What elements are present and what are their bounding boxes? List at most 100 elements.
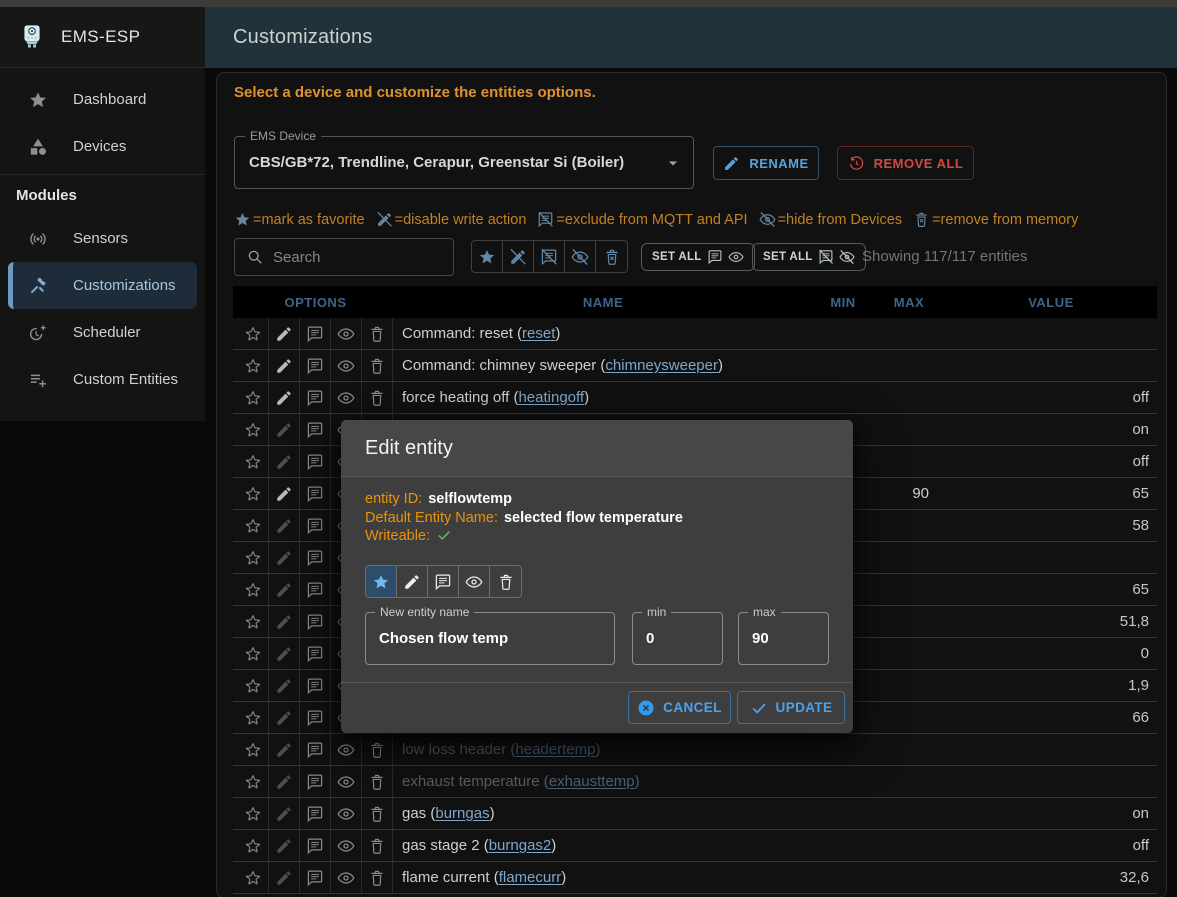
delete-trash-icon[interactable] [362, 350, 393, 381]
entity-id-link[interactable]: exhausttemp [549, 773, 635, 790]
favorite-star-icon[interactable] [238, 574, 269, 605]
sidebar-item-customizations[interactable]: Customizations [8, 262, 197, 309]
filter-exclude-mqtt-button[interactable] [534, 241, 565, 272]
delete-trash-icon[interactable] [362, 766, 393, 797]
visibility-eye-icon[interactable] [331, 798, 362, 829]
mqtt-comment-icon[interactable] [300, 766, 331, 797]
sidebar-item-sensors[interactable]: Sensors [0, 215, 205, 262]
favorite-star-icon[interactable] [238, 670, 269, 701]
favorite-star-icon[interactable] [238, 830, 269, 861]
mqtt-comment-icon[interactable] [300, 638, 331, 669]
mqtt-comment-icon[interactable] [300, 606, 331, 637]
sidebar-item-dashboard[interactable]: Dashboard [0, 76, 205, 123]
edit-pencil-icon[interactable] [269, 606, 300, 637]
favorite-star-icon[interactable] [238, 446, 269, 477]
favorite-star-icon[interactable] [238, 318, 269, 349]
remove-memory-toggle-button[interactable] [490, 566, 521, 597]
sidebar-item-custom-entities[interactable]: Custom Entities [0, 356, 205, 403]
set-all-hidden-button[interactable]: SET ALL [752, 243, 866, 271]
update-button[interactable]: UPDATE [737, 691, 845, 724]
hide-devices-toggle-button[interactable] [459, 566, 490, 597]
favorite-star-icon[interactable] [238, 510, 269, 541]
favorite-star-icon[interactable] [238, 734, 269, 765]
search-input[interactable] [273, 249, 438, 266]
favorite-star-icon[interactable] [238, 702, 269, 733]
filter-favorite-button[interactable] [472, 241, 503, 272]
mqtt-comment-icon[interactable] [300, 446, 331, 477]
mqtt-comment-icon[interactable] [300, 510, 331, 541]
mqtt-comment-icon[interactable] [300, 350, 331, 381]
remove-all-button[interactable]: REMOVE ALL [837, 146, 974, 180]
visibility-eye-icon[interactable] [331, 766, 362, 797]
edit-pencil-icon[interactable] [269, 542, 300, 573]
mqtt-comment-icon[interactable] [300, 318, 331, 349]
edit-pencil-icon[interactable] [269, 446, 300, 477]
mqtt-comment-icon[interactable] [300, 798, 331, 829]
edit-pencil-icon[interactable] [269, 798, 300, 829]
sidebar-item-scheduler[interactable]: Scheduler [0, 309, 205, 356]
edit-pencil-icon[interactable] [269, 318, 300, 349]
edit-pencil-icon[interactable] [269, 382, 300, 413]
mqtt-comment-icon[interactable] [300, 862, 331, 893]
entity-id-link[interactable]: flamecurr [499, 869, 562, 886]
delete-trash-icon[interactable] [362, 798, 393, 829]
favorite-toggle-button[interactable] [366, 566, 397, 597]
favorite-star-icon[interactable] [238, 766, 269, 797]
edit-pencil-icon[interactable] [269, 638, 300, 669]
entity-id-link[interactable]: chimneysweeper [605, 357, 718, 374]
visibility-eye-icon[interactable] [331, 830, 362, 861]
visibility-eye-icon[interactable] [331, 318, 362, 349]
delete-trash-icon[interactable] [362, 734, 393, 765]
search-field[interactable] [234, 238, 454, 276]
delete-trash-icon[interactable] [362, 318, 393, 349]
entity-id-link[interactable]: burngas2 [489, 837, 552, 854]
edit-pencil-icon[interactable] [269, 766, 300, 797]
favorite-star-icon[interactable] [238, 862, 269, 893]
favorite-star-icon[interactable] [238, 542, 269, 573]
new-entity-name-field[interactable]: New entity name Chosen flow temp [365, 612, 615, 665]
favorite-star-icon[interactable] [238, 638, 269, 669]
mqtt-comment-icon[interactable] [300, 574, 331, 605]
favorite-star-icon[interactable] [238, 414, 269, 445]
min-field[interactable]: min 0 [632, 612, 723, 665]
sidebar-item-devices[interactable]: Devices [0, 123, 205, 170]
favorite-star-icon[interactable] [238, 798, 269, 829]
mqtt-comment-icon[interactable] [300, 478, 331, 509]
edit-pencil-icon[interactable] [269, 702, 300, 733]
mqtt-comment-icon[interactable] [300, 414, 331, 445]
filter-disable-write-button[interactable] [503, 241, 534, 272]
mqtt-comment-icon[interactable] [300, 734, 331, 765]
edit-pencil-icon[interactable] [269, 510, 300, 541]
set-all-visible-button[interactable]: SET ALL [641, 243, 755, 271]
delete-trash-icon[interactable] [362, 830, 393, 861]
entity-id-link[interactable]: headertemp [515, 741, 595, 758]
favorite-star-icon[interactable] [238, 350, 269, 381]
favorite-star-icon[interactable] [238, 478, 269, 509]
edit-pencil-icon[interactable] [269, 478, 300, 509]
disable-write-toggle-button[interactable] [397, 566, 428, 597]
edit-pencil-icon[interactable] [269, 862, 300, 893]
edit-pencil-icon[interactable] [269, 574, 300, 605]
filter-hide-devices-button[interactable] [565, 241, 596, 272]
max-field[interactable]: max 90 [738, 612, 829, 665]
entity-id-link[interactable]: heatingoff [518, 389, 584, 406]
edit-pencil-icon[interactable] [269, 414, 300, 445]
visibility-eye-icon[interactable] [331, 350, 362, 381]
filter-remove-memory-button[interactable] [596, 241, 627, 272]
delete-trash-icon[interactable] [362, 382, 393, 413]
visibility-eye-icon[interactable] [331, 382, 362, 413]
favorite-star-icon[interactable] [238, 382, 269, 413]
exclude-mqtt-toggle-button[interactable] [428, 566, 459, 597]
mqtt-comment-icon[interactable] [300, 670, 331, 701]
cancel-button[interactable]: CANCEL [628, 691, 731, 724]
edit-pencil-icon[interactable] [269, 830, 300, 861]
entity-id-link[interactable]: reset [522, 325, 555, 342]
edit-pencil-icon[interactable] [269, 670, 300, 701]
edit-pencil-icon[interactable] [269, 734, 300, 765]
favorite-star-icon[interactable] [238, 606, 269, 637]
mqtt-comment-icon[interactable] [300, 702, 331, 733]
visibility-eye-icon[interactable] [331, 862, 362, 893]
mqtt-comment-icon[interactable] [300, 382, 331, 413]
ems-device-select[interactable]: EMS Device CBS/GB*72, Trendline, Cerapur… [234, 136, 694, 189]
delete-trash-icon[interactable] [362, 862, 393, 893]
